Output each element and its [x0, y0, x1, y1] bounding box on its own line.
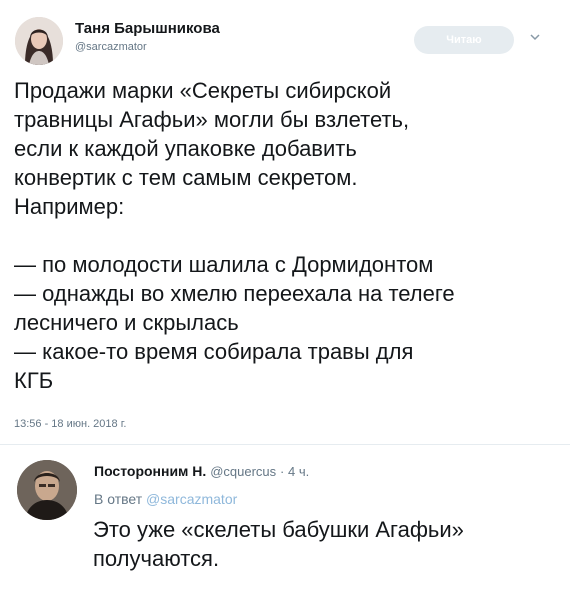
avatar-image: [17, 460, 77, 520]
tweet-timestamp[interactable]: 13:56 - 18 июн. 2018 г.: [14, 418, 126, 430]
tweet-list-line: лесничего и скрылась: [14, 310, 239, 335]
reply-author-name[interactable]: Посторонним Н.: [94, 463, 206, 479]
avatar-image: [15, 17, 63, 65]
text-spacer: [14, 221, 562, 250]
reply-to-line: В ответ @sarcazmator: [94, 491, 237, 507]
tweet-list-line: — по молодости шалила с Дормидонтом: [14, 252, 434, 277]
tweet-text: Продажи марки «Секреты сибирской травниц…: [14, 76, 562, 395]
reply-text: Это уже «скелеты бабушки Агафьи» получаю…: [93, 515, 563, 573]
tweet-list-line: — какое-то время собирала травы для: [14, 339, 414, 364]
following-button[interactable]: Читаю: [414, 26, 514, 54]
tweet-text-line: травницы Агафьи» могли бы взлететь,: [14, 107, 410, 132]
tweet-list-line: — однажды во хмелю переехала на телеге: [14, 281, 455, 306]
reply-author-avatar[interactable]: [17, 460, 77, 520]
author-name[interactable]: Таня Барышникова: [75, 20, 220, 37]
tweet-text-line: конвертик с тем самым секретом.: [14, 165, 358, 190]
reply-tweet: Посторонним Н. @cquercus · 4 ч. В ответ …: [0, 445, 570, 604]
tweet-text-line: Продажи марки «Секреты сибирской: [14, 78, 392, 103]
reply-header: Посторонним Н. @cquercus · 4 ч.: [94, 463, 309, 479]
reply-text-line: Это уже «скелеты бабушки Агафьи»: [93, 517, 464, 542]
tweet-list-line: КГБ: [14, 368, 54, 393]
author-handle[interactable]: @sarcazmator: [75, 41, 147, 53]
reply-time[interactable]: · 4 ч.: [280, 464, 309, 479]
main-tweet: Таня Барышникова @sarcazmator Читаю Прод…: [0, 0, 570, 444]
tweet-text-line: если к каждой упаковке добавить: [14, 136, 357, 161]
reply-author-handle[interactable]: @cquercus: [210, 464, 276, 479]
tweet-text-line: Например:: [14, 194, 125, 219]
reply-text-line: получаются.: [93, 546, 220, 571]
reply-to-handle[interactable]: @sarcazmator: [146, 491, 237, 507]
chevron-down-icon[interactable]: [528, 30, 542, 44]
reply-to-prefix: В ответ: [94, 491, 143, 507]
author-avatar[interactable]: [15, 17, 63, 65]
